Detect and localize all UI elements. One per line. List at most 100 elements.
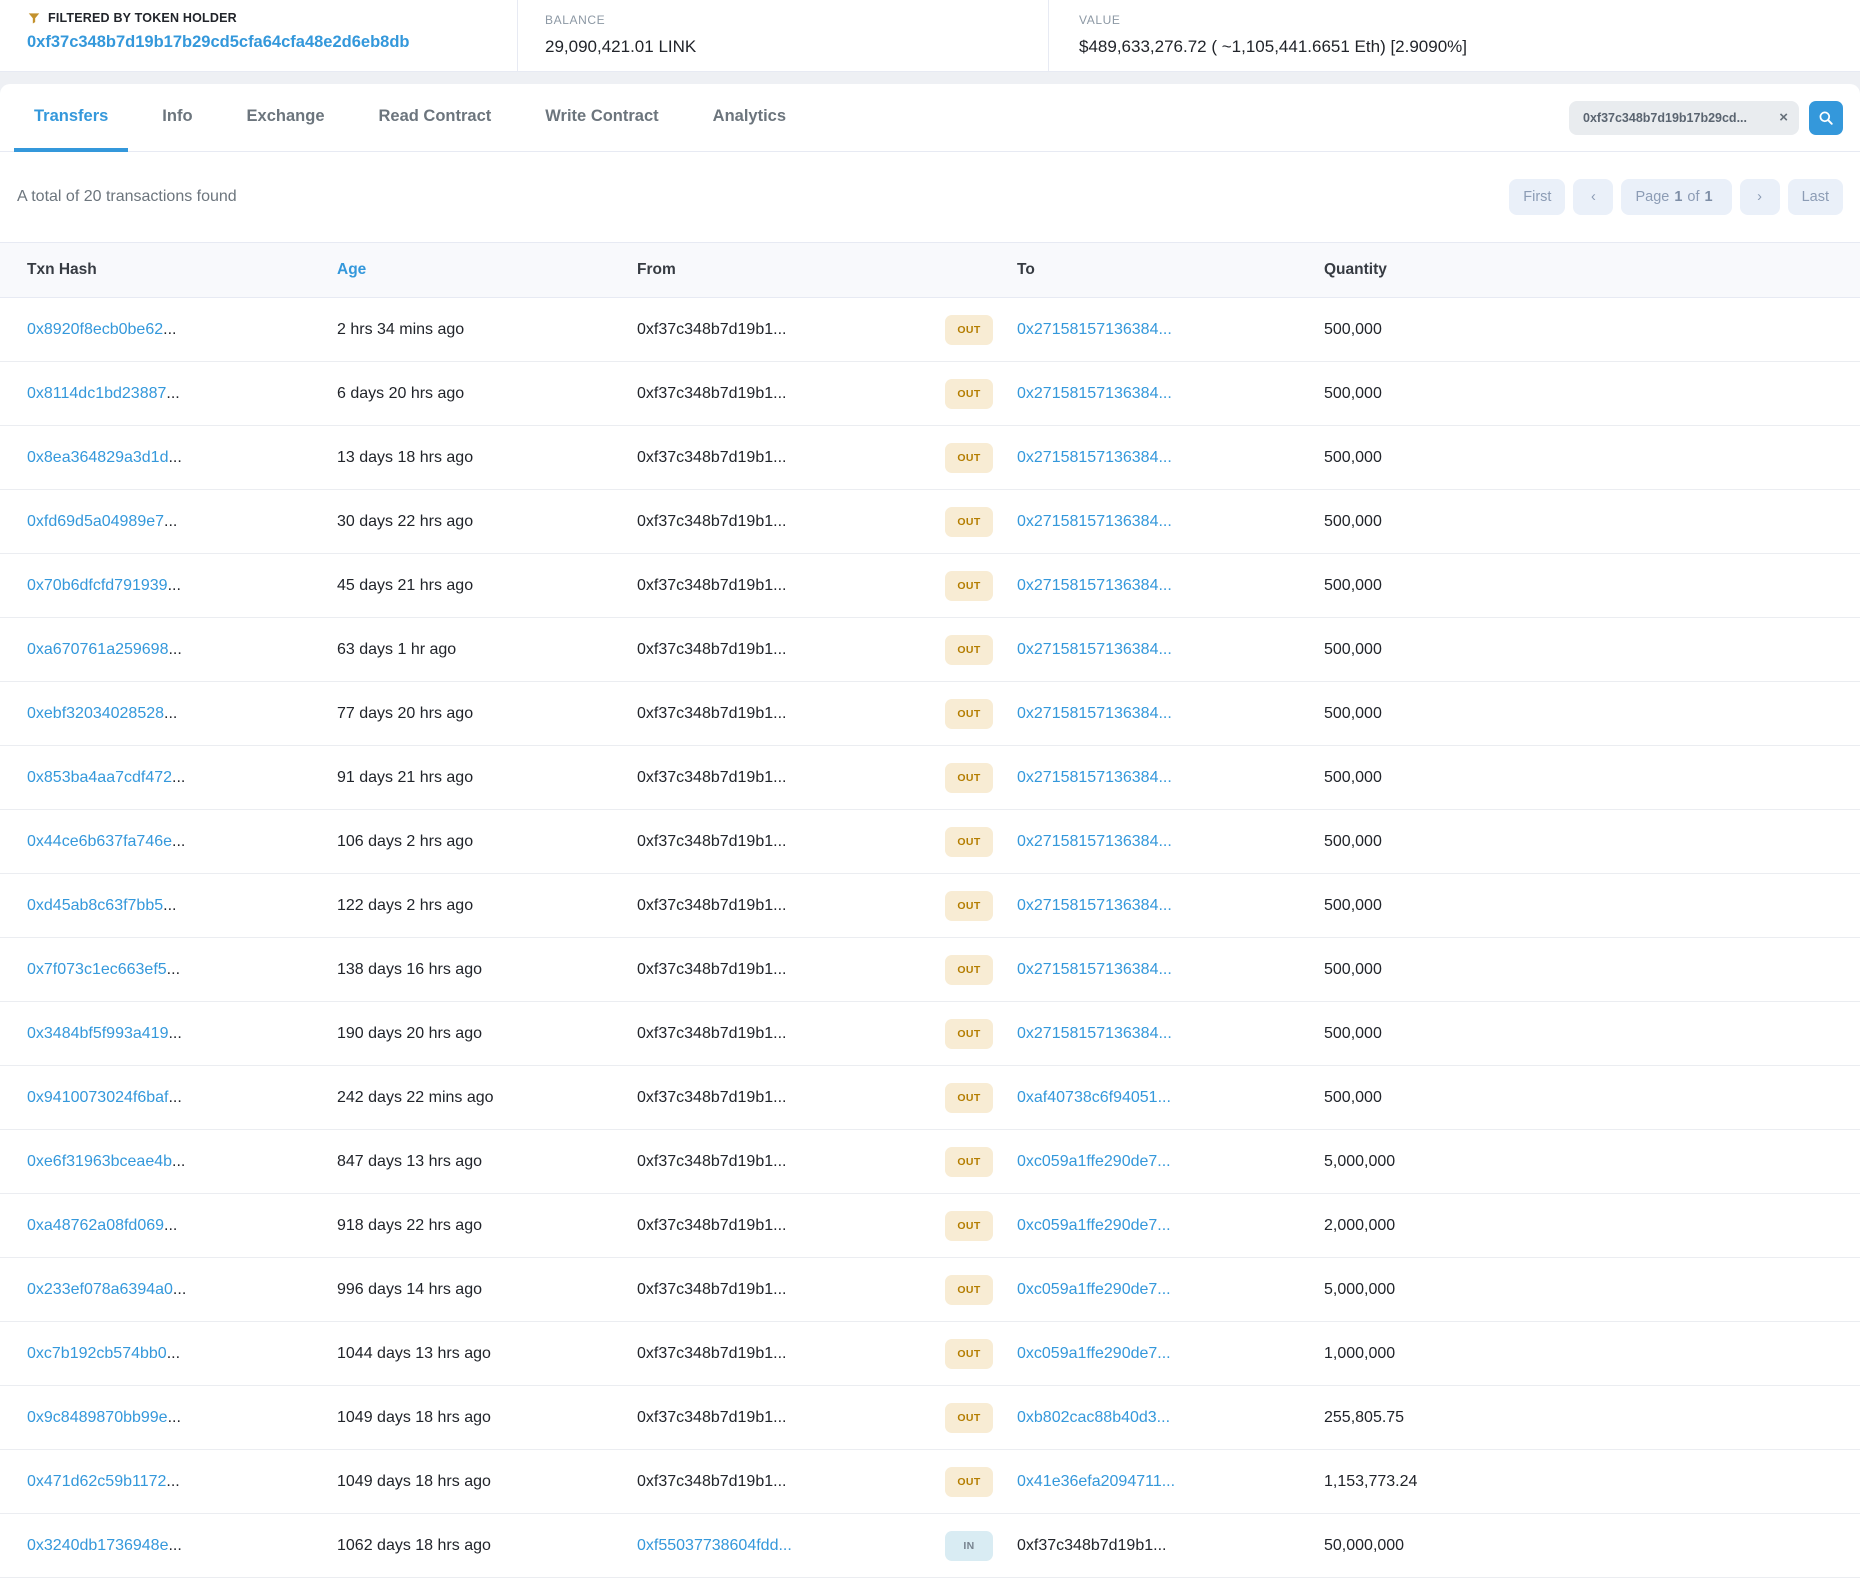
hash-ellipsis: ... — [164, 513, 177, 530]
quantity-cell: 500,000 — [1324, 513, 1843, 531]
txn-hash-link[interactable]: 0xebf32034028528 — [27, 705, 164, 722]
direction-badge: OUT — [945, 955, 993, 985]
age-cell: 122 days 2 hrs ago — [337, 897, 637, 915]
direction-badge: OUT — [945, 699, 993, 729]
txn-hash-link[interactable]: 0x471d62c59b1172 — [27, 1473, 166, 1490]
tab-analytics[interactable]: Analytics — [693, 84, 806, 152]
txn-hash-link[interactable]: 0x7f073c1ec663ef5 — [27, 961, 167, 978]
to-address-link[interactable]: 0xc059a1ffe290de7... — [1017, 1345, 1324, 1363]
to-address-link[interactable]: 0x27158157136384... — [1017, 385, 1324, 403]
prev-page-button[interactable]: ‹ — [1573, 179, 1613, 215]
value-value: $489,633,276.72 ( ~1,105,441.6651 Eth) [… — [1079, 37, 1860, 57]
pagination: First ‹ Page1of1 › Last — [1509, 179, 1843, 215]
to-address-link[interactable]: 0x27158157136384... — [1017, 577, 1324, 595]
to-address-link[interactable]: 0xb802cac88b40d3... — [1017, 1409, 1324, 1427]
txn-hash-link[interactable]: 0x9c8489870bb99e — [27, 1409, 168, 1426]
txn-hash-link[interactable]: 0x3240db1736948e — [27, 1537, 168, 1554]
to-address-link[interactable]: 0xc059a1ffe290de7... — [1017, 1281, 1324, 1299]
to-address-link[interactable]: 0x27158157136384... — [1017, 897, 1324, 915]
to-address-link[interactable]: 0x27158157136384... — [1017, 641, 1324, 659]
hash-ellipsis: ... — [172, 769, 185, 786]
age-cell: 190 days 20 hrs ago — [337, 1025, 637, 1043]
quantity-cell: 50,000,000 — [1324, 1537, 1843, 1555]
from-address: 0xf37c348b7d19b1... — [637, 321, 939, 339]
table-row: 0xa48762a08fd069... 918 days 22 hrs ago … — [0, 1194, 1860, 1258]
txn-hash-link[interactable]: 0xa670761a259698 — [27, 641, 168, 658]
txn-hash-link[interactable]: 0x70b6dfcfd791939 — [27, 577, 168, 594]
table-header-row: Txn Hash Age From To Quantity — [0, 242, 1860, 298]
clear-search-icon[interactable]: × — [1779, 109, 1788, 127]
from-address: 0xf37c348b7d19b1... — [637, 769, 939, 787]
header-to: To — [1017, 261, 1324, 279]
direction-badge: OUT — [945, 635, 993, 665]
table-row: 0x3484bf5f993a419... 190 days 20 hrs ago… — [0, 1002, 1860, 1066]
to-address-link[interactable]: 0x27158157136384... — [1017, 961, 1324, 979]
search-input[interactable] — [1569, 101, 1799, 135]
tab-transfers[interactable]: Transfers — [14, 84, 128, 152]
quantity-cell: 1,000,000 — [1324, 1345, 1843, 1363]
to-address-link[interactable]: 0x27158157136384... — [1017, 321, 1324, 339]
age-cell: 2 hrs 34 mins ago — [337, 321, 637, 339]
age-cell: 1049 days 18 hrs ago — [337, 1409, 637, 1427]
txn-hash-link[interactable]: 0xa48762a08fd069 — [27, 1217, 164, 1234]
hash-ellipsis: ... — [168, 1409, 181, 1426]
table-row: 0x471d62c59b1172... 1049 days 18 hrs ago… — [0, 1450, 1860, 1514]
age-cell: 6 days 20 hrs ago — [337, 385, 637, 403]
txn-hash-link[interactable]: 0xd45ab8c63f7bb5 — [27, 897, 163, 914]
to-address-link[interactable]: 0x41e36efa2094711... — [1017, 1473, 1324, 1491]
table-body: 0x8920f8ecb0be62... 2 hrs 34 mins ago 0x… — [0, 298, 1860, 1578]
txn-hash-link[interactable]: 0x8114dc1bd23887 — [27, 385, 166, 402]
tab-write-contract[interactable]: Write Contract — [525, 84, 678, 152]
to-address-link[interactable]: 0x27158157136384... — [1017, 833, 1324, 851]
age-cell: 77 days 20 hrs ago — [337, 705, 637, 723]
search-area: × — [1569, 101, 1843, 135]
table-row: 0x9410073024f6baf... 242 days 22 mins ag… — [0, 1066, 1860, 1130]
quantity-cell: 500,000 — [1324, 641, 1843, 659]
age-cell: 13 days 18 hrs ago — [337, 449, 637, 467]
txn-hash-link[interactable]: 0x853ba4aa7cdf472 — [27, 769, 172, 786]
table-row: 0xd45ab8c63f7bb5... 122 days 2 hrs ago 0… — [0, 874, 1860, 938]
to-address-link[interactable]: 0x27158157136384... — [1017, 449, 1324, 467]
next-page-button[interactable]: › — [1740, 179, 1780, 215]
value-label: VALUE — [1079, 13, 1120, 27]
tab-exchange[interactable]: Exchange — [227, 84, 345, 152]
txn-hash-link[interactable]: 0x9410073024f6baf — [27, 1089, 168, 1106]
txn-hash-link[interactable]: 0xe6f31963bceae4b — [27, 1153, 172, 1170]
from-address: 0xf37c348b7d19b1... — [637, 897, 939, 915]
to-address-link[interactable]: 0xaf40738c6f94051... — [1017, 1089, 1324, 1107]
from-address-link[interactable]: 0xf55037738604fdd... — [637, 1537, 939, 1555]
txn-hash-link[interactable]: 0x44ce6b637fa746e — [27, 833, 172, 850]
tab-read-contract[interactable]: Read Contract — [359, 84, 512, 152]
direction-badge: OUT — [945, 1275, 993, 1305]
search-button[interactable] — [1809, 101, 1843, 135]
txn-hash-link[interactable]: 0x3484bf5f993a419 — [27, 1025, 168, 1042]
txn-hash-link[interactable]: 0xc7b192cb574bb0 — [27, 1345, 167, 1362]
to-address-link[interactable]: 0x27158157136384... — [1017, 513, 1324, 531]
table-row: 0xc7b192cb574bb0... 1044 days 13 hrs ago… — [0, 1322, 1860, 1386]
balance-label: BALANCE — [545, 13, 605, 27]
first-page-button[interactable]: First — [1509, 179, 1565, 215]
to-address-link[interactable]: 0x27158157136384... — [1017, 769, 1324, 787]
quantity-cell: 500,000 — [1324, 961, 1843, 979]
hash-ellipsis: ... — [164, 1217, 177, 1234]
txn-hash-link[interactable]: 0x233ef078a6394a0 — [27, 1281, 173, 1298]
direction-badge: OUT — [945, 1467, 993, 1497]
direction-badge: OUT — [945, 1339, 993, 1369]
last-page-button[interactable]: Last — [1788, 179, 1843, 215]
to-address-link[interactable]: 0xc059a1ffe290de7... — [1017, 1217, 1324, 1235]
to-address-link[interactable]: 0x27158157136384... — [1017, 705, 1324, 723]
txn-hash-link[interactable]: 0x8920f8ecb0be62 — [27, 321, 163, 338]
to-address-link[interactable]: 0xc059a1ffe290de7... — [1017, 1153, 1324, 1171]
txn-hash-link[interactable]: 0xfd69d5a04989e7 — [27, 513, 164, 530]
balance-section: BALANCE 29,090,421.01 LINK — [517, 0, 1048, 71]
age-cell: 63 days 1 hr ago — [337, 641, 637, 659]
header-age-sort-link[interactable]: Age — [337, 261, 366, 278]
token-holder-address-link[interactable]: 0xf37c348b7d19b17b29cd5cfa64cfa48e2d6eb8… — [27, 33, 517, 52]
hash-ellipsis: ... — [168, 577, 181, 594]
to-address-link[interactable]: 0x27158157136384... — [1017, 1025, 1324, 1043]
age-cell: 91 days 21 hrs ago — [337, 769, 637, 787]
tab-info[interactable]: Info — [142, 84, 212, 152]
txn-hash-link[interactable]: 0x8ea364829a3d1d — [27, 449, 168, 466]
age-cell: 106 days 2 hrs ago — [337, 833, 637, 851]
search-icon — [1818, 110, 1834, 126]
